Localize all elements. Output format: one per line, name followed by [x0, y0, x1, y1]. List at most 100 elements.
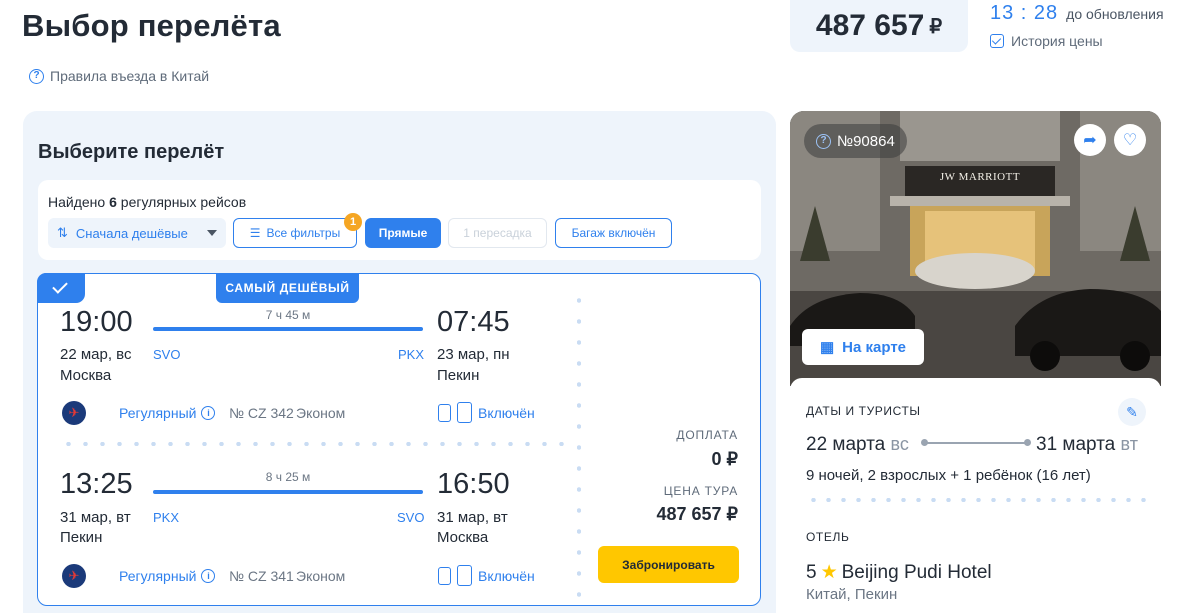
- question-icon: ?: [816, 133, 831, 149]
- inbound-baggage: Включён: [438, 565, 535, 586]
- date-to-dow: вт: [1120, 434, 1138, 454]
- sort-label: Сначала дешёвые: [75, 225, 188, 241]
- entry-rules-label: Правила въезда в Китай: [50, 68, 210, 84]
- direct-filter-button[interactable]: Прямые: [365, 218, 441, 248]
- inbound-flight-number: № CZ 341: [229, 568, 294, 584]
- surcharge-label: ДОПЛАТА: [676, 428, 738, 442]
- chart-check-icon: [990, 34, 1004, 48]
- date-to: 31 марта вт: [1036, 434, 1138, 456]
- outbound-baggage-label: Включён: [478, 404, 535, 421]
- inbound-route-line: [153, 490, 423, 494]
- inbound-type-label: Регулярный: [119, 568, 197, 584]
- baggage-filter-button[interactable]: Багаж включён: [555, 218, 672, 248]
- book-button[interactable]: Забронировать: [598, 546, 739, 583]
- sliders-icon: ☰: [249, 226, 261, 240]
- inbound-dep-iata: PKX: [153, 510, 180, 525]
- tour-price-value: 487 657 ₽: [656, 504, 738, 524]
- tour-price-label: ЦЕНА ТУРА: [663, 484, 738, 498]
- date-to-value: 31 марта: [1036, 434, 1116, 455]
- inbound-cabin: Эконом: [296, 568, 346, 584]
- map-icon: ▦: [819, 339, 835, 356]
- all-filters-label: Все фильтры: [266, 226, 341, 240]
- inbound-duration: 8 ч 25 м: [265, 470, 311, 484]
- inbound-dep-time: 13:25: [60, 468, 133, 500]
- update-timer: 13 : 28 до обновления: [990, 2, 1164, 25]
- info-icon[interactable]: i: [201, 406, 216, 420]
- total-price-value: 487 657: [815, 9, 925, 42]
- hotel-country: Китай,: [806, 586, 851, 603]
- found-suffix: регулярных рейсов: [120, 194, 247, 210]
- inbound-baggage-label: Включён: [478, 567, 535, 584]
- outbound-arr-date: 23 мар, пн: [437, 346, 510, 363]
- filters-count-badge: 1: [344, 213, 362, 231]
- total-price: 487 657 ₽: [790, 0, 968, 52]
- star-icon: ★: [820, 562, 838, 583]
- price-history-link[interactable]: История цены: [990, 33, 1103, 49]
- guests-summary: 9 ночей, 2 взрослых + 1 ребёнок (16 лет): [806, 467, 1091, 484]
- hotel-location: Китай, Пекин: [806, 586, 897, 603]
- date-from-dow: вс: [890, 434, 909, 454]
- selected-check-icon: [37, 273, 85, 303]
- outbound-route-line: [153, 327, 423, 331]
- outbound-dep-date: 22 мар, вс: [60, 346, 132, 363]
- leg-divider: [60, 442, 570, 446]
- pencil-icon: ✎: [1126, 403, 1138, 420]
- hotel-card-divider: [806, 498, 1156, 502]
- total-price-currency: ₽: [929, 15, 943, 38]
- hotel-city: Пекин: [854, 586, 898, 603]
- hotel-name-row[interactable]: 5 ★ Beijing Pudi Hotel: [806, 561, 992, 584]
- question-icon: ?: [29, 68, 44, 84]
- sort-dropdown[interactable]: ⇅ Сначала дешёвые: [48, 218, 226, 248]
- outbound-dep-city: Москва: [60, 367, 112, 384]
- entry-rules-link[interactable]: ? Правила въезда в Китай: [29, 68, 209, 84]
- suitcase-icon: [457, 402, 472, 423]
- outbound-arr-iata: PKX: [398, 347, 425, 362]
- outbound-cabin: Эконом: [296, 405, 346, 421]
- hotel-number-pill: ? №90864: [804, 124, 907, 158]
- outbound-dep-time: 19:00: [60, 306, 133, 338]
- found-count-text: Найдено 6 регулярных рейсов: [48, 194, 246, 210]
- inbound-arr-time: 16:50: [437, 468, 510, 500]
- page-title: Выбор перелёта: [22, 8, 281, 43]
- outbound-flight-number: № CZ 342: [229, 405, 294, 421]
- favorite-button[interactable]: ♡: [1114, 124, 1146, 156]
- airline-logo-icon: ✈: [62, 564, 86, 588]
- outbound-dep-iata: SVO: [153, 347, 181, 362]
- outbound-baggage: Включён: [438, 402, 535, 423]
- outbound-flight-type[interactable]: Регулярный i: [119, 405, 216, 421]
- airline-logo-icon: ✈: [62, 401, 86, 425]
- share-button[interactable]: ➦: [1074, 124, 1106, 156]
- price-history-label: История цены: [1011, 33, 1103, 49]
- all-filters-button[interactable]: ☰ Все фильтры: [233, 218, 357, 248]
- inbound-arr-date: 31 мар, вт: [437, 509, 508, 526]
- inbound-arr-iata: SVO: [397, 510, 425, 525]
- timer-value: 13 : 28: [990, 2, 1059, 24]
- show-on-map-button[interactable]: ▦ На карте: [802, 329, 924, 365]
- outbound-duration: 7 ч 45 м: [265, 308, 311, 322]
- flights-panel-title: Выберите перелёт: [38, 141, 225, 163]
- dates-caption: ДАТЫ И ТУРИСТЫ: [806, 404, 921, 418]
- hand-luggage-icon: [438, 403, 451, 422]
- hotel-number: №90864: [837, 132, 895, 150]
- edit-button[interactable]: ✎: [1118, 398, 1146, 426]
- hotel-sign: JW MARRIOTT: [939, 171, 1021, 183]
- map-label: На карте: [842, 338, 907, 356]
- chevron-down-icon: [207, 230, 217, 236]
- found-prefix: Найдено: [48, 194, 106, 210]
- price-divider: [577, 290, 581, 605]
- timer-label: до обновления: [1066, 6, 1164, 22]
- inbound-dep-city: Пекин: [60, 529, 103, 546]
- inbound-arr-city: Москва: [437, 529, 489, 546]
- outbound-arr-city: Пекин: [437, 367, 480, 384]
- hotel-name: Beijing Pudi Hotel: [841, 561, 992, 583]
- share-icon: ➦: [1083, 132, 1097, 149]
- sort-arrows-icon: ⇅: [57, 225, 68, 240]
- inbound-dep-date: 31 мар, вт: [60, 509, 131, 526]
- hotel-stars: 5: [806, 561, 817, 583]
- date-range-line: [921, 439, 1031, 446]
- one-stop-filter-button[interactable]: 1 пересадка: [448, 218, 547, 248]
- info-icon[interactable]: i: [201, 569, 216, 583]
- date-from-value: 22 марта: [806, 434, 886, 455]
- cheapest-badge: САМЫЙ ДЕШЁВЫЙ: [216, 273, 359, 303]
- inbound-flight-type[interactable]: Регулярный i: [119, 568, 216, 584]
